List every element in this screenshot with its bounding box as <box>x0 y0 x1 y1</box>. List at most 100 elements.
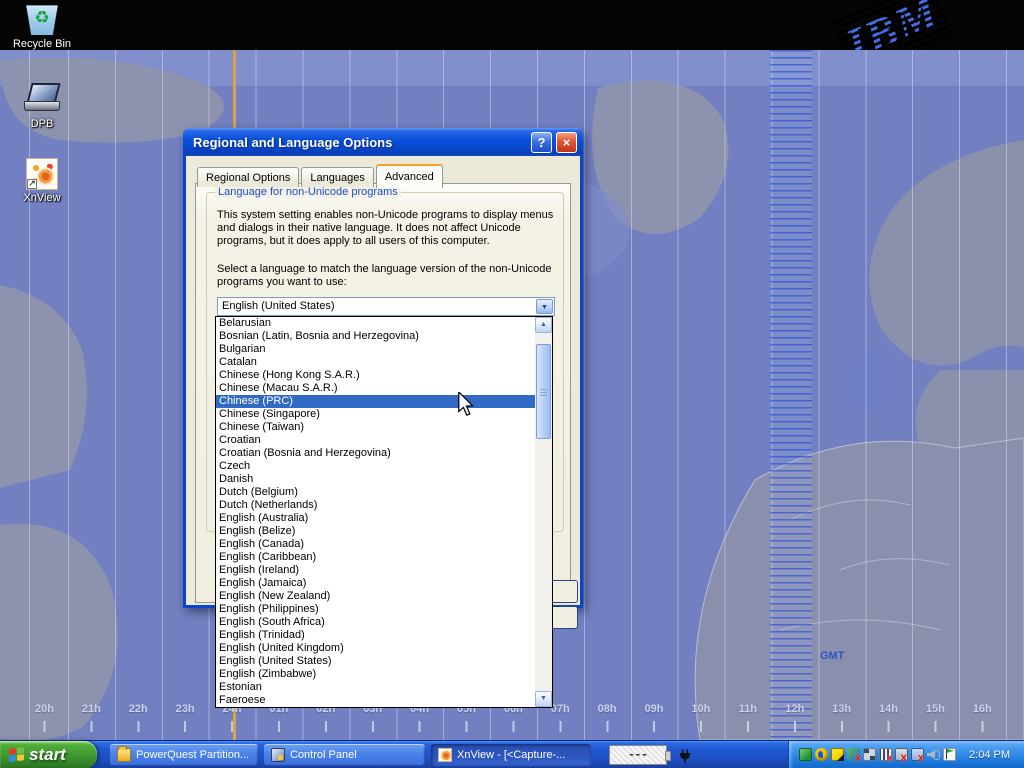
language-option[interactable]: Danish <box>216 473 535 486</box>
language-option[interactable]: Dutch (Netherlands) <box>216 499 535 512</box>
task-flag-icon[interactable] <box>943 748 956 761</box>
language-option-label: English (Ireland) <box>219 564 299 576</box>
hour-label: 20h <box>21 703 68 715</box>
language-option[interactable]: English (South Africa) <box>216 616 535 629</box>
chevron-down-icon[interactable]: ▼ <box>536 299 553 314</box>
graphics-utility-icon[interactable] <box>799 748 812 761</box>
tab-label: Languages <box>310 172 364 184</box>
language-option[interactable]: English (Caribbean) <box>216 551 535 564</box>
dialer-icon[interactable] <box>815 748 828 761</box>
language-option[interactable]: Chinese (Macau S.A.R.) <box>216 382 535 395</box>
language-option[interactable]: English (Zimbabwe) <box>216 668 535 681</box>
help-button[interactable]: ? <box>531 132 552 153</box>
hour-label: 23h <box>162 703 209 715</box>
hour-label: 14h <box>865 703 912 715</box>
language-option[interactable]: Bosnian (Latin, Bosnia and Herzegovina) <box>216 330 535 343</box>
hour-label: 13h <box>818 703 865 715</box>
mouse-cursor <box>458 392 476 418</box>
language-option[interactable]: English (United Kingdom) <box>216 642 535 655</box>
language-option[interactable]: English (Canada) <box>216 538 535 551</box>
signal-blocked-icon[interactable] <box>879 748 892 761</box>
language-option[interactable]: English (Trinidad) <box>216 629 535 642</box>
desktop-icon-recycle-bin[interactable]: ♻ Recycle Bin <box>10 2 74 50</box>
scrollbar-thumb[interactable] <box>536 344 551 439</box>
desktop: GMT 20h21h22h23h24h01h02h03h04h05h06h07h… <box>0 0 1024 768</box>
language-option-label: Dutch (Netherlands) <box>219 499 317 511</box>
language-option[interactable]: English (Belize) <box>216 525 535 538</box>
language-option[interactable]: Chinese (Taiwan) <box>216 421 535 434</box>
language-option[interactable]: Chinese (Hong Kong S.A.R.) <box>216 369 535 382</box>
gmt-label: GMT <box>820 650 844 662</box>
hour-label: 08h <box>584 703 631 715</box>
language-option-label: English (Caribbean) <box>219 551 316 563</box>
language-option[interactable]: Chinese (Singapore) <box>216 408 535 421</box>
hour-label: 10h <box>677 703 724 715</box>
language-option[interactable]: Catalan <box>216 356 535 369</box>
tray-icons <box>799 748 956 761</box>
task-buttons: PowerQuest Partition... Control Panel XnVi… <box>110 744 591 766</box>
update-icon[interactable] <box>831 748 844 761</box>
language-option[interactable]: English (United States) <box>216 655 535 668</box>
language-option[interactable]: English (Philippines) <box>216 603 535 616</box>
language-option-label: English (Jamaica) <box>219 577 306 589</box>
language-option-label: Dutch (Belgium) <box>219 486 298 498</box>
language-option[interactable]: Chinese (PRC) <box>216 395 535 408</box>
language-option[interactable]: English (Jamaica) <box>216 577 535 590</box>
laptop-icon <box>24 82 60 116</box>
language-option-label: Chinese (PRC) <box>219 395 293 407</box>
language-option-label: English (New Zealand) <box>219 590 330 602</box>
task-label: Control Panel <box>290 749 357 761</box>
display-blocked-icon[interactable] <box>911 748 924 761</box>
taskbar-task-button[interactable]: Control Panel <box>264 744 425 766</box>
language-option[interactable]: Bulgarian <box>216 343 535 356</box>
language-option[interactable]: Croatian (Bosnia and Herzegovina) <box>216 447 535 460</box>
ac-plug-icon <box>675 745 695 765</box>
language-option[interactable]: Dutch (Belgium) <box>216 486 535 499</box>
control-panel-icon <box>271 748 285 762</box>
volume-icon[interactable] <box>927 748 940 761</box>
language-option-label: Faeroese <box>219 694 265 706</box>
tab[interactable]: Languages <box>301 167 373 187</box>
start-button[interactable]: start <box>0 741 97 768</box>
desktop-icon-xnview[interactable]: ↗ XnView <box>10 158 74 204</box>
tab[interactable]: Regional Options <box>197 167 299 187</box>
language-option[interactable]: Belarusian <box>216 317 535 330</box>
device-disabled-icon[interactable] <box>895 748 908 761</box>
language-option[interactable]: English (Ireland) <box>216 564 535 577</box>
language-option[interactable]: Estonian <box>216 681 535 694</box>
tab-label: Advanced <box>385 171 434 183</box>
tray-clock: 2:04 PM <box>959 749 1018 761</box>
language-option-label: Croatian (Bosnia and Herzegovina) <box>219 447 391 459</box>
language-option-label: Estonian <box>219 681 262 693</box>
groupbox-paragraph-1: This system setting enables non-Unicode … <box>217 209 565 248</box>
dialog-titlebar[interactable]: Regional and Language Options ? × <box>183 128 583 156</box>
language-option-label: Danish <box>219 473 253 485</box>
language-option[interactable]: Czech <box>216 460 535 473</box>
list-scrollbar[interactable]: ▲ ▼ <box>535 317 552 707</box>
language-items: BelarusianBosnian (Latin, Bosnia and Her… <box>216 317 535 707</box>
folder-icon <box>117 748 131 762</box>
scroll-down-icon[interactable]: ▼ <box>535 691 552 707</box>
language-combobox[interactable]: English (United States) ▼ <box>217 297 555 316</box>
language-option[interactable]: English (Australia) <box>216 512 535 525</box>
language-option-label: English (Australia) <box>219 512 308 524</box>
language-option[interactable]: Faeroese <box>216 694 535 707</box>
language-option-label: English (South Africa) <box>219 616 325 628</box>
language-option-label: Chinese (Singapore) <box>219 408 320 420</box>
task-label: PowerQuest Partition... <box>136 749 249 761</box>
taskbar-task-button[interactable]: PowerQuest Partition... <box>110 744 258 766</box>
scroll-up-icon[interactable]: ▲ <box>535 317 552 333</box>
desktop-icon-dpb[interactable]: DPB <box>10 82 74 130</box>
close-button[interactable]: × <box>556 132 577 153</box>
combobox-value: English (United States) <box>222 300 335 312</box>
network-icon[interactable] <box>863 748 876 761</box>
language-option-label: Chinese (Macau S.A.R.) <box>219 382 338 394</box>
system-tray: 2:04 PM <box>788 741 1024 768</box>
language-option[interactable]: English (New Zealand) <box>216 590 535 603</box>
task-label: XnView - [<Capture-... <box>457 749 565 761</box>
language-option[interactable]: Croatian <box>216 434 535 447</box>
users-blocked-icon[interactable] <box>847 748 860 761</box>
taskbar-task-button[interactable]: XnView - [<Capture-... <box>431 744 591 766</box>
language-option-label: Catalan <box>219 356 257 368</box>
tab[interactable]: Advanced <box>376 164 443 188</box>
